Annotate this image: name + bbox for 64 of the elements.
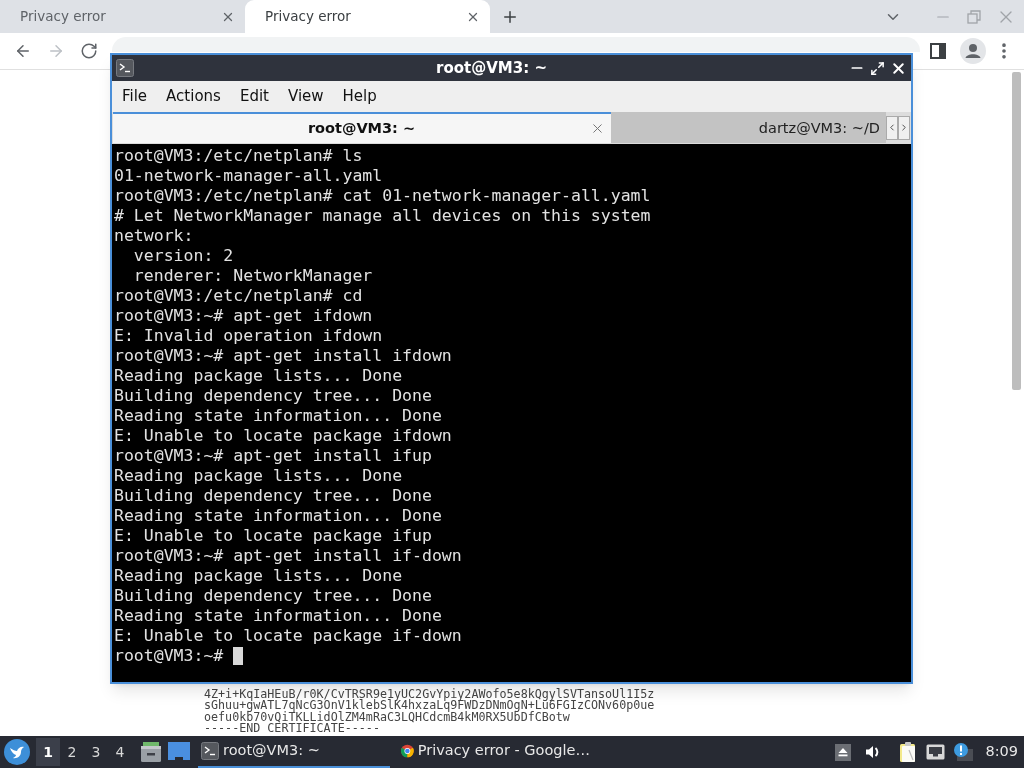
terminal-line: E: Invalid operation ifdown [114, 326, 383, 346]
terminal-icon [201, 742, 219, 760]
terminal-line: root@VM3:~# apt-get install if-down [114, 546, 462, 566]
bird-logo-icon[interactable] [4, 739, 30, 765]
terminal-tab[interactable]: dartz@VM3: ~/D [611, 112, 886, 143]
profile-avatar-icon[interactable] [960, 38, 986, 64]
browser-tab[interactable]: Privacy error [245, 0, 490, 33]
workspace-button[interactable]: 3 [84, 738, 108, 766]
terminal-line: Reading state information... Done [114, 406, 442, 426]
terminal-line: root@VM3:~# [114, 646, 224, 666]
certificate-text-line: sGhuu+gwATL7qNcG3OnV1klebSlK4hxzaLq9FWDzDNmOgN+Lu6FGIzCONv60p0ue [204, 700, 655, 712]
menu-item[interactable]: Edit [239, 85, 269, 108]
scrollbar-thumb[interactable] [1012, 72, 1021, 390]
menu-item[interactable]: File [122, 85, 148, 108]
terminal-line: E: Unable to locate package if-down [114, 626, 462, 646]
terminal-line: E: Unable to locate package ifup [114, 526, 432, 546]
certificate-text-line: oefu0kb70vQiTKLLidOlZM4mRaC3LQHCdcmB4kM0RX5UbDfCBotw [204, 711, 570, 724]
terminal-line: renderer: NetworkManager [132, 266, 373, 286]
eject-icon[interactable] [835, 743, 852, 761]
terminal-tab[interactable]: root@VM3: ~ [113, 112, 611, 143]
certificate-text-line: 4Z+i+KqIaHEuB/r0K/CvTRSR9e1yUC2GvYpiy2AWofo5e8kQgylSVTansoUl1I5z [204, 688, 655, 701]
menu-item[interactable]: Help [342, 85, 377, 108]
terminal-line: Building dependency tree... Done [114, 486, 432, 506]
taskbar-task[interactable]: Privacy error - Google… [398, 736, 590, 768]
menu-item[interactable]: View [287, 85, 324, 108]
terminal-line: E: Unable to locate package ifdown [114, 426, 452, 446]
menu-item[interactable]: Actions [166, 85, 221, 108]
terminal-line: network: [114, 226, 194, 246]
terminal-line: root@VM3:/etc/netplan# cd [114, 286, 363, 306]
taskbar-task[interactable]: root@VM3: ~ [198, 736, 390, 768]
terminal-line: Reading state information... Done [114, 606, 442, 626]
terminal-line: root@VM3:~# apt-get ifdown [114, 306, 373, 326]
terminal-line: version: 2 [132, 246, 234, 266]
workspace-button[interactable]: 4 [108, 738, 132, 766]
terminal-line: Building dependency tree... Done [114, 386, 432, 406]
terminal-line: Reading package lists... Done [114, 466, 403, 486]
workspace-button[interactable]: 1 [36, 738, 60, 766]
terminal-line: Reading package lists... Done [114, 366, 403, 386]
browser-tab[interactable]: Privacy error [0, 0, 245, 33]
chevron-left-icon [887, 122, 897, 133]
terminal-line: Reading package lists... Done [114, 566, 403, 586]
forward-arrow-icon [47, 42, 65, 60]
chevron-right-icon [899, 122, 909, 133]
terminal-app-icon [116, 59, 134, 77]
maximize-icon[interactable] [870, 60, 885, 76]
reload-icon [80, 42, 98, 60]
desktop-icon[interactable] [168, 742, 190, 762]
window-title: root@VM3: ~ [436, 57, 547, 79]
terminal-line: # Let NetworkManager manage all devices on this system [114, 206, 651, 226]
file-drawer-icon[interactable] [140, 741, 162, 763]
terminal-line: root@VM3:~# apt-get install ifdown [114, 346, 452, 366]
workspace-button[interactable]: 2 [60, 738, 84, 766]
side-panel-icon[interactable] [930, 43, 946, 59]
certificate-text-line: -----END CERTIFICATE----- [204, 723, 380, 735]
terminal-line: root@VM3:/etc/netplan# ls [114, 146, 363, 166]
terminal-line: Reading state information... Done [114, 506, 442, 526]
terminal-line: Building dependency tree... Done [114, 586, 432, 606]
terminal-line: root@VM3:/etc/netplan# cat 01-network-manager-all.yaml [114, 186, 651, 206]
ethernet-port-icon[interactable] [926, 744, 946, 760]
terminal-line: 01-network-manager-all.yaml [114, 166, 383, 186]
clock-time[interactable]: 8:09 [985, 741, 1018, 763]
terminal-line: root@VM3:~# apt-get install ifup [114, 446, 432, 466]
alert-icon[interactable] [953, 743, 974, 761]
text-cursor [233, 647, 244, 665]
